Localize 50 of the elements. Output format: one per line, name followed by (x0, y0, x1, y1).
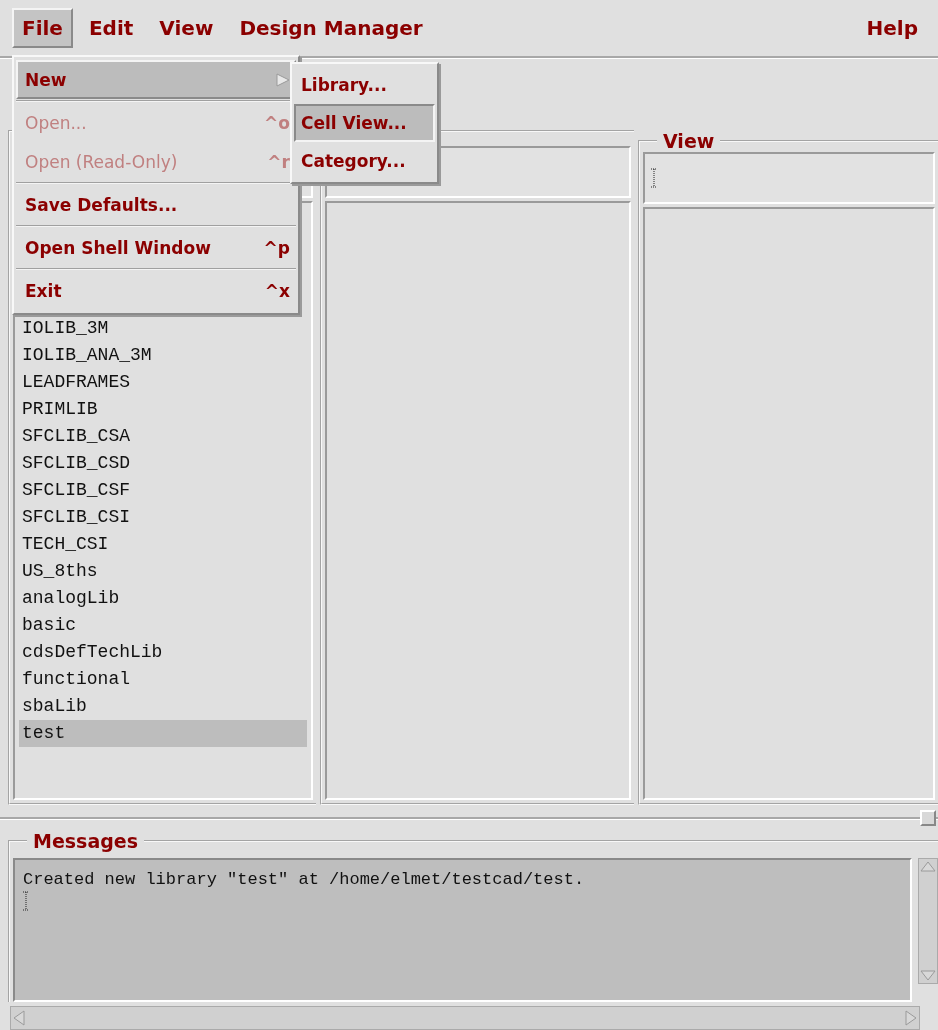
menu-item[interactable]: View (149, 7, 224, 48)
menu-entry[interactable]: Exit ^x (16, 271, 296, 310)
menu-item[interactable]: Help (856, 7, 928, 48)
library-item[interactable]: SFCLIB_CSF (19, 476, 307, 504)
library-item[interactable]: IOLIB_3M (19, 314, 307, 342)
shortcut-label: ^o (264, 112, 290, 133)
library-item[interactable]: SFCLIB_CSA (19, 422, 307, 450)
menu-item[interactable]: File (12, 7, 73, 48)
menu-entry-label: Save Defaults... (25, 194, 178, 215)
library-item[interactable]: LEADFRAMES (19, 368, 307, 396)
shortcut-label: ^r (267, 151, 290, 172)
scroll-right-icon[interactable] (903, 1009, 919, 1028)
menu-entry[interactable]: New (16, 60, 296, 99)
library-item[interactable]: analogLib (19, 584, 307, 612)
library-item[interactable]: functional (19, 665, 307, 693)
scroll-up-icon[interactable] (919, 859, 937, 875)
vertical-scrollbar[interactable] (918, 858, 938, 985)
library-item[interactable]: SFCLIB_CSI (19, 503, 307, 531)
horizontal-scrollbar[interactable] (10, 1006, 920, 1030)
view-field[interactable] (643, 151, 935, 204)
menu-entry-label: Open (Read-Only) (25, 151, 178, 172)
library-item[interactable]: PRIMLIB (19, 395, 307, 423)
library-item[interactable]: basic (19, 611, 307, 639)
message-text: Created new library "test" at /home/elmet/testcad/test. (23, 870, 586, 890)
library-item[interactable]: SFCLIB_CSD (19, 449, 307, 477)
menu-entry[interactable]: Cell View... (294, 104, 435, 142)
menu-item[interactable]: Edit (78, 7, 144, 48)
menu-entry[interactable]: Open Shell Window ^p (16, 228, 296, 267)
library-item[interactable]: test (19, 719, 307, 747)
library-item[interactable]: sbaLib (19, 692, 307, 720)
menu-entry-label: New (25, 69, 67, 90)
group-title: View (662, 129, 716, 152)
menu-entry[interactable]: Category... (294, 142, 435, 180)
text-cursor-icon (23, 891, 29, 912)
menu-entry-label: Exit (25, 280, 62, 301)
shortcut-label: ^p (263, 237, 290, 258)
menu-entry[interactable]: Library... (294, 66, 435, 104)
library-item[interactable]: TECH_CSI (19, 530, 307, 558)
menu-item[interactable]: Design Manager (229, 7, 433, 48)
library-item[interactable]: US_8ths (19, 557, 307, 585)
menu-entry-label: Open Shell Window (25, 237, 211, 258)
menu-entry-label: Open... (25, 112, 87, 133)
scroll-left-icon[interactable] (11, 1009, 27, 1028)
group-title: Messages (32, 830, 140, 853)
shortcut-label: ^x (264, 280, 290, 301)
library-item[interactable]: IOLIB_ANA_3M (19, 341, 307, 369)
menu-entry[interactable]: Save Defaults... (16, 185, 296, 224)
text-cursor-icon (651, 167, 657, 188)
sash-handle[interactable] (920, 810, 936, 827)
library-item[interactable]: cdsDefTechLib (19, 638, 307, 666)
